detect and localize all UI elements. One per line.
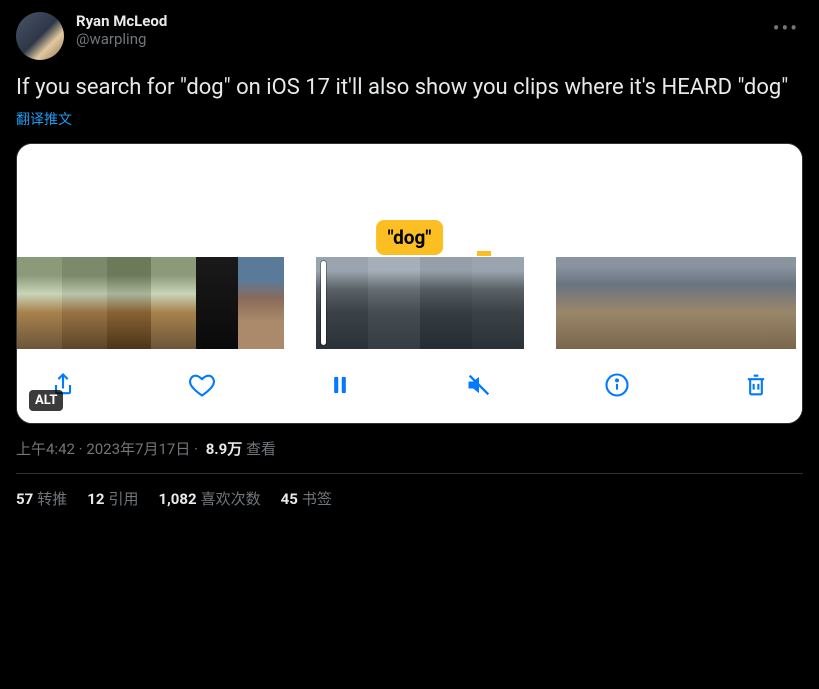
like-button[interactable] [186,369,218,401]
translate-link[interactable]: 翻译推文 [16,109,72,129]
trash-icon [742,371,770,399]
timeline-marker [477,251,491,256]
tweet-date[interactable]: 2023年7月17日 [86,440,190,458]
user-handle[interactable]: @warpling [76,30,769,48]
video-thumbnail[interactable] [556,257,596,349]
heart-icon [188,371,216,399]
search-term-label: "dog" [376,220,444,255]
info-icon [603,371,631,399]
pause-icon [326,371,354,399]
video-thumbnail[interactable] [316,257,368,349]
video-thumbnail[interactable] [151,257,196,349]
tweet-time[interactable]: 上午4:42 [16,440,75,458]
display-name[interactable]: Ryan McLeod [76,12,769,30]
video-toolbar [17,349,802,423]
likes-stat[interactable]: 1,082喜欢次数 [158,488,260,509]
video-thumbnail[interactable] [238,257,284,349]
user-column: Ryan McLeod @warpling [76,12,769,48]
mute-button[interactable] [463,369,495,401]
video-thumbnail[interactable] [62,257,107,349]
video-thumbnail[interactable] [596,257,636,349]
alt-badge[interactable]: ALT [29,390,63,411]
video-thumbnail[interactable] [17,257,62,349]
video-timeline[interactable] [17,257,802,349]
video-thumbnail[interactable] [107,257,151,349]
views-label: 查看 [242,440,276,458]
stats-row: 57转推 12引用 1,082喜欢次数 45书签 [16,488,803,509]
media-card[interactable]: "dog" [16,143,803,424]
more-icon[interactable]: ••• [769,12,803,44]
views-count: 8.9万 [206,440,243,458]
tweet-text: If you search for "dog" on iOS 17 it'll … [16,74,803,103]
video-thumbnail[interactable] [368,257,420,349]
speaker-muted-icon [465,371,493,399]
video-thumbnail[interactable] [420,257,472,349]
clip-gap [284,257,316,349]
video-thumbnail[interactable] [196,257,238,349]
timeline-scrubber[interactable] [321,261,326,345]
divider [16,473,803,474]
tweet-meta: 上午4:42 · 2023年7月17日 · 8.9万 查看 [16,438,803,459]
clip-group-2[interactable] [316,257,524,349]
bookmarks-stat[interactable]: 45书签 [281,488,332,509]
video-thumbnail[interactable] [636,257,676,349]
tweet-header: Ryan McLeod @warpling ••• [16,12,803,60]
avatar[interactable] [16,12,64,60]
video-thumbnail[interactable] [472,257,524,349]
quotes-stat[interactable]: 12引用 [87,488,138,509]
media-whitespace: "dog" [17,144,802,257]
clip-group-1[interactable] [17,257,284,349]
video-thumbnail[interactable] [676,257,716,349]
retweets-stat[interactable]: 57转推 [16,488,67,509]
video-thumbnail[interactable] [716,257,756,349]
clip-gap [524,257,556,349]
delete-button[interactable] [740,369,772,401]
clip-group-3[interactable] [556,257,796,349]
pause-button[interactable] [324,369,356,401]
video-thumbnail[interactable] [756,257,796,349]
info-button[interactable] [601,369,633,401]
